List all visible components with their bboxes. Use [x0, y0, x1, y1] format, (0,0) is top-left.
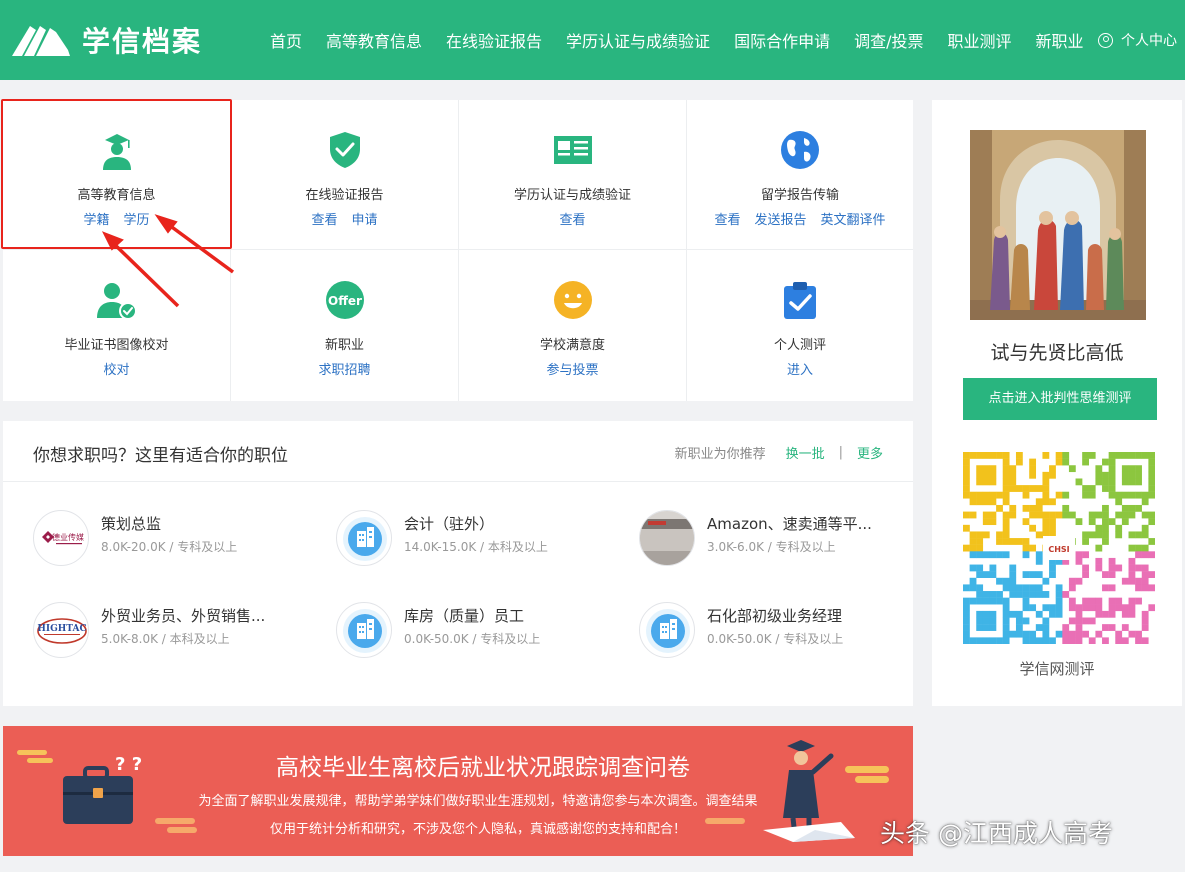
- assessment-sidebar: 试与先贤比高低 点击进入批判性思维测评 CHSI 学信网测评: [932, 100, 1182, 706]
- svg-text:德业传媒: 德业传媒: [52, 532, 84, 542]
- classical-painting-image[interactable]: [970, 130, 1146, 320]
- job-item[interactable]: 会计（驻外） 14.0K-15.0K / 本科及以上: [336, 510, 626, 566]
- job-meta: 14.0K-15.0K / 本科及以上: [404, 540, 548, 554]
- jobs-title: 你想求职吗？这里有适合你的职位: [33, 446, 288, 466]
- job-title: Amazon、速卖通等平...: [707, 515, 872, 533]
- svg-text:CHSI: CHSI: [1048, 545, 1069, 554]
- critical-thinking-test-button[interactable]: 点击进入批判性思维测评: [963, 378, 1157, 420]
- qr-caption: 学信网测评: [1019, 660, 1095, 678]
- svg-text:? ?: ? ?: [115, 754, 142, 775]
- qr-code-image[interactable]: CHSI: [963, 452, 1155, 644]
- job-item[interactable]: 石化部初级业务经理 0.0K-50.0K / 专科及以上: [639, 602, 929, 658]
- sidebar-title: 试与先贤比高低: [990, 342, 1124, 364]
- watermark-text: 头条 @江西成人高考: [880, 819, 1113, 848]
- job-title: 石化部初级业务经理: [707, 607, 843, 625]
- job-title: 策划总监: [101, 515, 162, 533]
- jobs-separator: |: [838, 445, 843, 460]
- more-link[interactable]: 更多: [857, 443, 883, 462]
- job-item[interactable]: 德业传媒 策划总监 8.0K-20.0K / 专科及以上: [33, 510, 323, 566]
- jobs-panel: 你想求职吗？这里有适合你的职位 新职业为你推荐 换一批 | 更多 德业传媒 策划…: [3, 421, 913, 706]
- job-item[interactable]: HIGHTAC 外贸业务员、外贸销售... 5.0K-8.0K / 本科及以上: [33, 602, 323, 658]
- jobs-header: 你想求职吗？这里有适合你的职位 新职业为你推荐 换一批 | 更多: [3, 421, 913, 482]
- job-meta: 8.0K-20.0K / 专科及以上: [101, 540, 238, 554]
- job-title: 库房（质量）员工: [404, 607, 525, 625]
- jobs-recommend-label: 新职业为你推荐: [674, 447, 766, 462]
- job-title: 外贸业务员、外贸销售...: [101, 607, 266, 625]
- company-logo-2: HIGHTAC: [33, 602, 89, 658]
- office-photo: [639, 510, 695, 566]
- banner-title: 高校毕业生离校后就业状况跟踪调查问卷: [276, 755, 690, 781]
- job-meta: 0.0K-50.0K / 专科及以上: [707, 632, 844, 646]
- banner-text: 为全面了解职业发展规律，帮助学弟学妹们做好职业生涯规划，特邀请您参与本次调查。调…: [198, 794, 758, 837]
- building-icon: [336, 602, 392, 658]
- job-meta: 5.0K-8.0K / 本科及以上: [101, 632, 230, 646]
- job-item[interactable]: Amazon、速卖通等平... 3.0K-6.0K / 专科及以上: [639, 510, 929, 566]
- job-meta: 3.0K-6.0K / 专科及以上: [707, 540, 836, 554]
- job-meta: 0.0K-50.0K / 专科及以上: [404, 632, 541, 646]
- company-logo-1: 德业传媒: [33, 510, 89, 566]
- refresh-button[interactable]: 换一批: [786, 443, 825, 462]
- job-title: 会计（驻外）: [404, 515, 495, 533]
- svg-text:HIGHTAC: HIGHTAC: [37, 624, 86, 634]
- building-icon: [336, 510, 392, 566]
- job-item[interactable]: 库房（质量）员工 0.0K-50.0K / 专科及以上: [336, 602, 626, 658]
- building-icon: [639, 602, 695, 658]
- survey-banner[interactable]: ? ? 高校毕业生离校后就业状况跟踪调查问卷 为全面了解职业发展规律，帮助学弟学…: [3, 726, 913, 856]
